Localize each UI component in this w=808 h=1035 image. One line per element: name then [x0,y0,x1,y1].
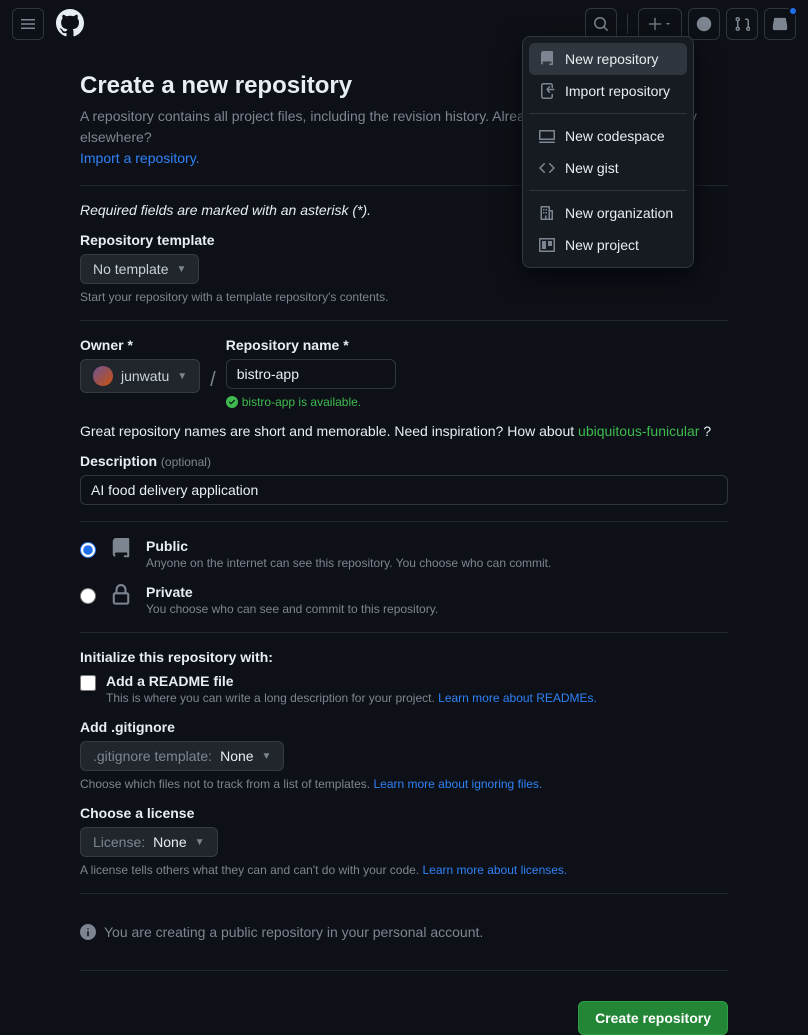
github-logo[interactable] [56,9,84,40]
description-label: Description (optional) [80,453,728,469]
pull-requests-button[interactable] [726,8,758,40]
check-circle-icon [226,396,238,408]
menu-new-codespace[interactable]: New codespace [529,120,687,152]
readme-checkbox[interactable] [80,675,96,691]
hamburger-icon [20,16,36,32]
readme-label: Add a README file [106,673,597,689]
visibility-public-row[interactable]: Public Anyone on the internet can see th… [80,538,728,570]
slash-separator: / [210,369,216,392]
owner-label: Owner * [80,337,200,353]
create-repository-button[interactable]: Create repository [578,1001,728,1035]
menu-new-project[interactable]: New project [529,229,687,261]
menu-import-repository[interactable]: Import repository [529,75,687,107]
availability-status: bistro-app is available. [226,395,396,409]
name-suggestion[interactable]: ubiquitous-funicular [578,423,699,439]
menu-item-label: New codespace [565,128,665,144]
menu-separator [529,190,687,191]
template-hint: Start your repository with a template re… [80,290,728,304]
gist-icon [539,160,555,176]
caret-down-icon: ▼ [176,264,186,275]
hamburger-button[interactable] [12,8,44,40]
caret-down-icon: ▼ [262,751,272,762]
private-radio[interactable] [80,588,96,604]
license-label: Choose a license [80,805,728,821]
description-input[interactable] [80,475,728,505]
record-icon [696,16,712,32]
private-desc: You choose who can see and commit to thi… [146,602,438,616]
inbox-icon [772,16,788,32]
caret-down-icon: ▼ [195,837,205,848]
menu-item-label: New gist [565,160,619,176]
readme-hint: This is where you can write a long descr… [106,691,597,705]
readme-learn-link[interactable]: Learn more about READMEs. [438,691,597,705]
issues-button[interactable] [688,8,720,40]
menu-new-repository[interactable]: New repository [529,43,687,75]
owner-select[interactable]: junwatu ▼ [80,359,200,393]
avatar [93,366,113,386]
add-dropdown-menu: New repository Import repository New cod… [522,36,694,268]
project-icon [539,237,555,253]
menu-separator [529,113,687,114]
pull-request-icon [734,16,750,32]
info-icon [80,924,96,940]
caret-down-icon: ▼ [177,371,187,382]
public-title: Public [146,538,551,554]
menu-item-label: New organization [565,205,673,221]
init-title: Initialize this repository with: [80,649,728,665]
menu-item-label: New project [565,237,639,253]
public-radio[interactable] [80,542,96,558]
plus-icon [648,17,662,31]
org-icon [539,205,555,221]
gitignore-learn-link[interactable]: Learn more about ignoring files. [373,777,542,791]
inspiration-text: Great repository names are short and mem… [80,423,728,439]
import-icon [539,83,555,99]
repo-name-label: Repository name * [226,337,396,353]
menu-new-gist[interactable]: New gist [529,152,687,184]
divider [627,14,628,34]
lock-icon [110,584,132,609]
menu-item-label: Import repository [565,83,670,99]
repo-icon [110,538,132,563]
template-select[interactable]: No template ▼ [80,254,199,284]
license-learn-link[interactable]: Learn more about licenses. [423,863,568,877]
notification-dot [788,6,798,16]
import-repository-link[interactable]: Import a repository. [80,150,200,166]
search-icon [593,16,609,32]
readme-row[interactable]: Add a README file This is where you can … [80,673,728,705]
codespace-icon [539,128,555,144]
gitignore-select[interactable]: .gitignore template: None ▼ [80,741,284,771]
gitignore-label: Add .gitignore [80,719,728,735]
notifications-wrap [764,8,796,40]
info-banner: You are creating a public repository in … [80,910,728,954]
visibility-private-row[interactable]: Private You choose who can see and commi… [80,584,728,616]
public-desc: Anyone on the internet can see this repo… [146,556,551,570]
gitignore-hint: Choose which files not to track from a l… [80,777,728,791]
repo-icon [539,51,555,67]
caret-down-icon [664,20,672,28]
menu-item-label: New repository [565,51,658,67]
private-title: Private [146,584,438,600]
license-hint: A license tells others what they can and… [80,863,728,877]
license-select[interactable]: License: None ▼ [80,827,218,857]
github-icon [56,9,84,37]
repo-name-input[interactable] [226,359,396,389]
menu-new-organization[interactable]: New organization [529,197,687,229]
